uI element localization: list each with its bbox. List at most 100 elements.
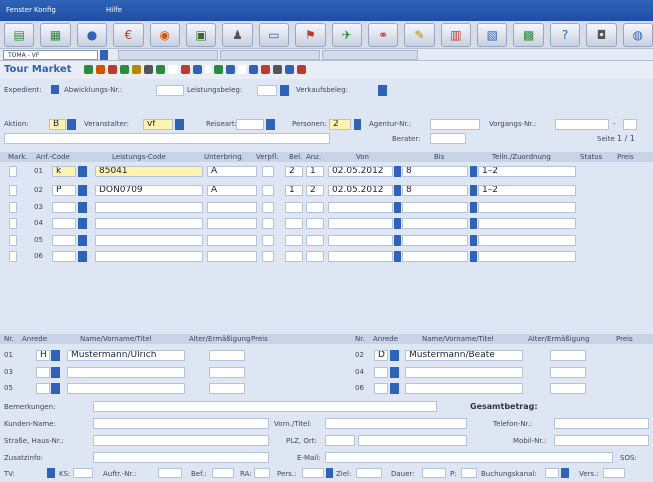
strasse-input[interactable] xyxy=(93,435,269,446)
print-icon[interactable] xyxy=(84,65,93,74)
chevron-down-icon[interactable] xyxy=(78,251,87,262)
car-icon[interactable]: ▭ xyxy=(258,22,290,47)
anrede-field[interactable] xyxy=(36,367,50,378)
mark-checkbox[interactable] xyxy=(9,185,17,196)
plane-icon[interactable]: ✈ xyxy=(331,22,362,47)
mail-icon[interactable] xyxy=(96,65,105,74)
context-tab[interactable] xyxy=(220,50,320,60)
unterbringung-field[interactable]: A xyxy=(207,185,257,196)
buchungskanal-input[interactable] xyxy=(545,468,559,478)
alter-field[interactable] xyxy=(550,383,586,394)
mobil-input[interactable] xyxy=(554,435,649,446)
printer-icon[interactable] xyxy=(273,65,282,74)
name-field[interactable] xyxy=(67,367,185,378)
abwicklung-input[interactable] xyxy=(156,85,184,96)
ks-input[interactable] xyxy=(73,468,93,478)
plz-input[interactable] xyxy=(325,435,355,446)
leistungs-code-field[interactable]: DON0709 xyxy=(95,185,203,196)
calendar-icon[interactable] xyxy=(470,235,477,246)
people-icon[interactable]: ♟ xyxy=(222,22,253,47)
leistungs-code-field[interactable] xyxy=(95,251,203,262)
chevron-down-icon[interactable] xyxy=(280,85,289,96)
anrede-field[interactable]: D xyxy=(374,350,388,361)
chevron-down-icon[interactable] xyxy=(266,119,275,130)
name-field[interactable] xyxy=(405,383,523,394)
anf-code-field[interactable] xyxy=(52,235,76,246)
ort-input[interactable] xyxy=(358,435,467,446)
calendar-icon[interactable] xyxy=(470,251,477,262)
verpflegung-field[interactable] xyxy=(262,251,274,262)
zusatzinfo-input[interactable] xyxy=(93,452,269,463)
save-icon[interactable] xyxy=(156,65,165,74)
anzahl-field[interactable] xyxy=(306,251,324,262)
teilnehmer-field[interactable]: 1–2 xyxy=(478,166,576,177)
alter-field[interactable] xyxy=(209,383,245,394)
menu-hilfe[interactable]: Hilfe xyxy=(106,6,122,14)
teilnehmer-field[interactable]: 1–2 xyxy=(478,185,576,196)
chevron-down-icon[interactable] xyxy=(78,185,87,196)
kundenname-input[interactable] xyxy=(93,418,269,429)
calendar-icon[interactable] xyxy=(394,251,401,262)
verpflegung-field[interactable] xyxy=(262,166,274,177)
calendar-icon[interactable] xyxy=(394,218,401,229)
name-field[interactable]: Mustermann/Ulrich xyxy=(67,350,185,361)
berater-input[interactable] xyxy=(430,133,466,144)
bis-field[interactable]: 8 xyxy=(402,185,468,196)
chevron-down-icon[interactable] xyxy=(78,166,87,177)
copy-icon[interactable] xyxy=(144,65,153,74)
globe-icon[interactable]: ● xyxy=(76,22,108,47)
auftr-input[interactable] xyxy=(158,468,182,478)
name-field[interactable] xyxy=(405,367,523,378)
help-icon[interactable]: ? xyxy=(549,22,581,47)
chevron-down-icon[interactable] xyxy=(78,202,87,213)
window-icon[interactable] xyxy=(285,65,294,74)
anrede-field[interactable] xyxy=(374,367,388,378)
von-field[interactable] xyxy=(328,218,393,229)
vorgang-suffix-input[interactable] xyxy=(623,119,637,130)
context-tab[interactable] xyxy=(118,50,218,60)
anf-code-field[interactable]: k xyxy=(52,166,76,177)
belegung-field[interactable] xyxy=(285,235,303,246)
belegung-field[interactable] xyxy=(285,202,303,213)
telefon-input[interactable] xyxy=(554,418,649,429)
context-tab[interactable] xyxy=(322,50,418,60)
search-icon[interactable] xyxy=(226,65,235,74)
pen-icon[interactable] xyxy=(297,65,306,74)
von-field[interactable] xyxy=(328,202,393,213)
chevron-down-icon[interactable] xyxy=(47,468,55,478)
verpflegung-field[interactable] xyxy=(262,202,274,213)
chevron-down-icon[interactable] xyxy=(51,350,60,361)
von-field[interactable] xyxy=(328,235,393,246)
unterbringung-field[interactable]: A xyxy=(207,166,257,177)
camera-icon[interactable]: ◘ xyxy=(586,22,617,47)
calendar-icon[interactable] xyxy=(394,185,401,196)
alter-field[interactable] xyxy=(550,367,586,378)
leistungs-code-field[interactable]: 85041 xyxy=(95,166,203,177)
von-field[interactable]: 02.05.2012 xyxy=(328,185,393,196)
name-field[interactable] xyxy=(67,383,185,394)
euro-icon[interactable]: € xyxy=(113,22,144,47)
anrede-field[interactable] xyxy=(36,383,50,394)
chevron-down-icon[interactable] xyxy=(67,119,76,130)
tools-icon[interactable]: ✎ xyxy=(404,22,435,47)
search-icon[interactable] xyxy=(214,65,223,74)
leistungs-code-field[interactable] xyxy=(95,202,203,213)
chevron-down-icon[interactable] xyxy=(390,383,399,394)
teilnehmer-field[interactable] xyxy=(478,202,576,213)
agenda-icon[interactable]: ▤ xyxy=(4,22,35,47)
von-field[interactable]: 02.05.2012 xyxy=(328,166,393,177)
chart-icon[interactable]: ▧ xyxy=(477,22,508,47)
user-icon[interactable] xyxy=(249,65,258,74)
anzahl-field[interactable] xyxy=(306,202,324,213)
chevron-down-icon[interactable] xyxy=(378,85,387,96)
vorgang-input[interactable] xyxy=(555,119,609,130)
teilnehmer-field[interactable] xyxy=(478,235,576,246)
stepper-icon[interactable] xyxy=(326,468,333,478)
leistungs-code-field[interactable] xyxy=(95,235,203,246)
verpflegung-field[interactable] xyxy=(262,185,274,196)
calendar-icon[interactable] xyxy=(394,202,401,213)
mark-checkbox[interactable] xyxy=(9,235,17,246)
belegung-field[interactable]: 1 xyxy=(285,185,303,196)
pers-input[interactable] xyxy=(302,468,324,478)
chevron-down-icon[interactable] xyxy=(390,350,399,361)
